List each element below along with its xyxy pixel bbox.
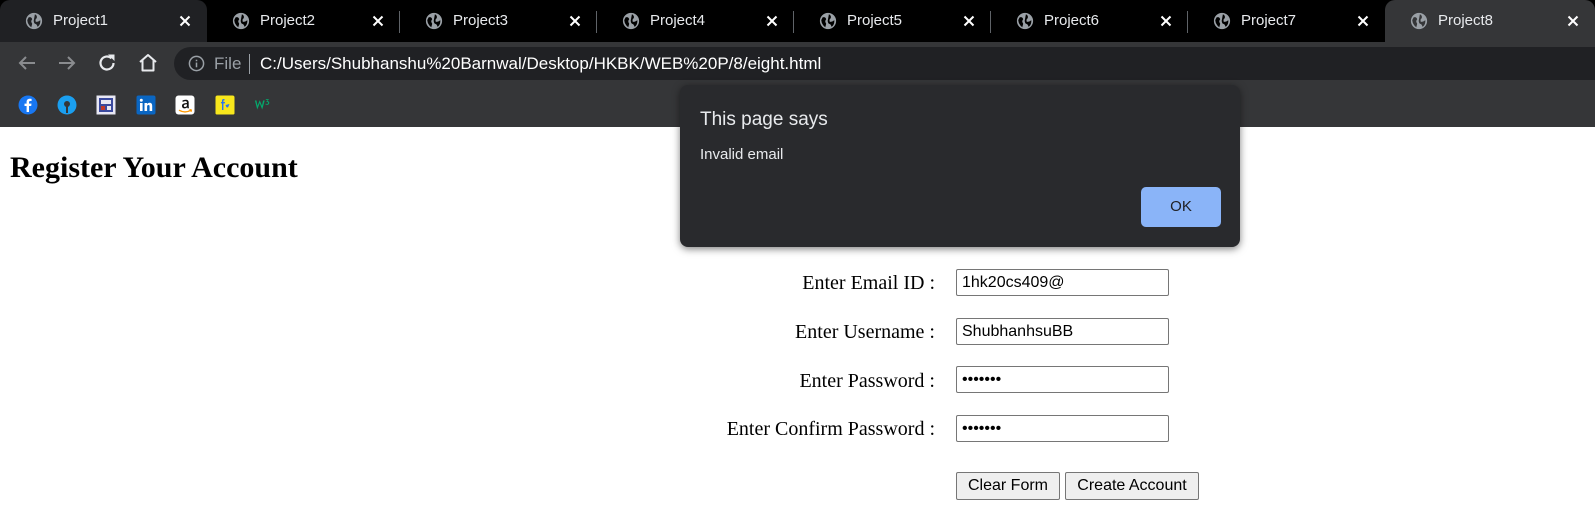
tab-project8[interactable]: Project8 (1385, 0, 1595, 42)
url-text[interactable]: C:/Users/Shubhanshu%20Barnwal/Desktop/HK… (260, 55, 821, 73)
tab-label: Project8 (1438, 12, 1494, 29)
tab-label: Project7 (1241, 12, 1297, 29)
tab-project6[interactable]: Project6 (991, 0, 1188, 42)
flipkart-icon[interactable] (215, 95, 235, 115)
tab-project5[interactable]: Project5 (794, 0, 991, 42)
ok-button[interactable]: OK (1141, 187, 1221, 227)
tab-project7[interactable]: Project7 (1188, 0, 1385, 42)
globe-icon (25, 12, 43, 30)
globe-icon (622, 12, 640, 30)
clear-form-button[interactable]: Clear Form (956, 472, 1060, 500)
forward-arrow-icon[interactable] (55, 51, 79, 75)
tab-label: Project6 (1044, 12, 1100, 29)
address-divider (249, 54, 250, 74)
tab-label: Project5 (847, 12, 903, 29)
password-field-label: Enter Password : (799, 370, 935, 392)
back-arrow-icon[interactable] (15, 51, 39, 75)
tab-project4[interactable]: Project4 (597, 0, 794, 42)
close-icon[interactable] (961, 13, 977, 29)
home-icon[interactable] (136, 51, 160, 75)
password-field[interactable]: ••••••• (956, 366, 1169, 393)
url-scheme-label: File (214, 54, 242, 73)
w3schools-icon[interactable] (254, 95, 274, 115)
info-icon[interactable] (188, 55, 205, 72)
globe-icon (232, 12, 250, 30)
dialog-title: This page says (700, 109, 828, 130)
close-icon[interactable] (1355, 13, 1371, 29)
email-field-label: Enter Email ID : (802, 272, 935, 294)
tab-label: Project3 (453, 12, 509, 29)
username-field[interactable]: ShubhanhsuBB (956, 318, 1169, 345)
sbi-bank-icon[interactable] (57, 95, 77, 115)
create-account-button[interactable]: Create Account (1065, 472, 1199, 500)
globe-icon (1410, 12, 1428, 30)
close-icon[interactable] (1158, 13, 1174, 29)
tab-project3[interactable]: Project3 (400, 0, 597, 42)
page-title: Register Your Account (10, 151, 298, 184)
confirm-password-field[interactable]: ••••••• (956, 415, 1169, 442)
alert-dialog: This page says Invalid email OK (680, 85, 1240, 247)
tab-label: Project2 (260, 12, 316, 29)
username-field-label: Enter Username : (795, 321, 935, 343)
globe-icon (819, 12, 837, 30)
globe-icon (1016, 12, 1034, 30)
facebook-icon[interactable] (18, 95, 38, 115)
amazon-icon[interactable] (175, 95, 195, 115)
confirm-password-field-label: Enter Confirm Password : (726, 418, 935, 440)
reload-icon[interactable] (95, 51, 119, 75)
close-icon[interactable] (764, 13, 780, 29)
close-icon[interactable] (1565, 13, 1581, 29)
close-icon[interactable] (177, 13, 193, 29)
close-icon[interactable] (567, 13, 583, 29)
college-logo-icon[interactable] (96, 95, 116, 115)
globe-icon (425, 12, 443, 30)
globe-icon (1213, 12, 1231, 30)
dialog-message: Invalid email (700, 146, 784, 163)
tab-project1[interactable]: Project1 (0, 0, 207, 42)
tab-project2[interactable]: Project2 (207, 0, 400, 42)
close-icon[interactable] (370, 13, 386, 29)
email-field[interactable]: 1hk20cs409@ (956, 269, 1169, 296)
linkedin-icon[interactable] (136, 95, 156, 115)
tab-label: Project4 (650, 12, 706, 29)
browser-toolbar: File C:/Users/Shubhanshu%20Barnwal/Deskt… (0, 42, 1595, 84)
address-bar[interactable]: File C:/Users/Shubhanshu%20Barnwal/Deskt… (174, 47, 1595, 80)
tab-label: Project1 (53, 12, 109, 29)
tab-strip: Project1 Project2 Project3 Project4 Proj… (0, 0, 1595, 42)
